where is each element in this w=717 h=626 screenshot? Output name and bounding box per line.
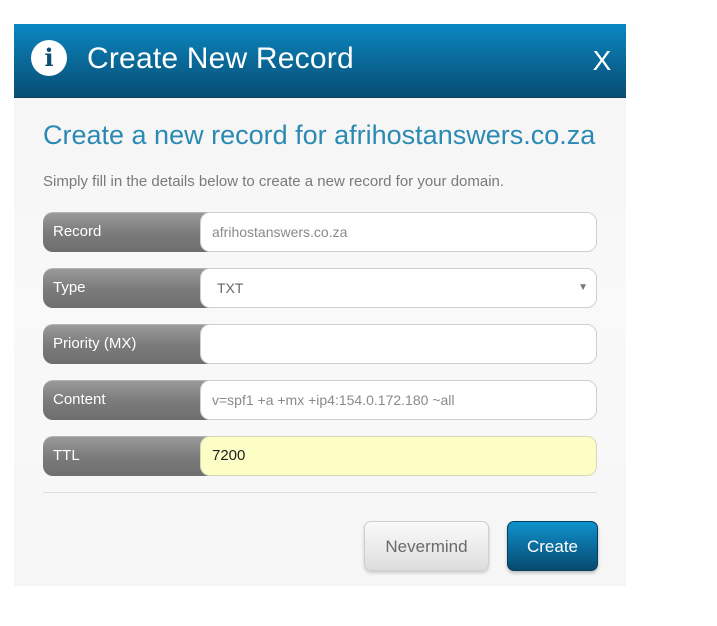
type-row: Type TXT ▼: [43, 268, 597, 308]
close-button[interactable]: X: [588, 44, 616, 78]
content-input[interactable]: v=spf1 +a +mx +ip4:154.0.172.180 ~all: [200, 380, 597, 420]
page-subtext: Simply fill in the details below to crea…: [43, 173, 505, 190]
create-record-dialog: i Create New Record X Create a new recor…: [14, 24, 626, 586]
type-select-value: TXT: [217, 280, 244, 296]
create-button[interactable]: Create: [507, 521, 598, 571]
divider: [43, 492, 597, 493]
chevron-down-icon: ▼: [578, 282, 588, 293]
ttl-row: TTL 7200: [43, 436, 597, 476]
priority-label: Priority (MX): [43, 324, 211, 364]
priority-input[interactable]: [200, 324, 597, 364]
record-row: Record afrihostanswers.co.za: [43, 212, 597, 252]
content-label: Content: [43, 380, 211, 420]
nevermind-button[interactable]: Nevermind: [364, 521, 489, 571]
type-select[interactable]: TXT ▼: [200, 268, 597, 308]
content-row: Content v=spf1 +a +mx +ip4:154.0.172.180…: [43, 380, 597, 420]
dialog-title: Create New Record: [87, 42, 354, 75]
page-heading: Create a new record for afrihostanswers.…: [43, 120, 596, 150]
info-icon: i: [31, 40, 67, 76]
record-label: Record: [43, 212, 211, 252]
dialog-header: i Create New Record X: [14, 24, 626, 98]
type-label: Type: [43, 268, 211, 308]
record-input[interactable]: afrihostanswers.co.za: [200, 212, 597, 252]
ttl-input[interactable]: 7200: [200, 436, 597, 476]
ttl-label: TTL: [43, 436, 211, 476]
priority-row: Priority (MX): [43, 324, 597, 364]
